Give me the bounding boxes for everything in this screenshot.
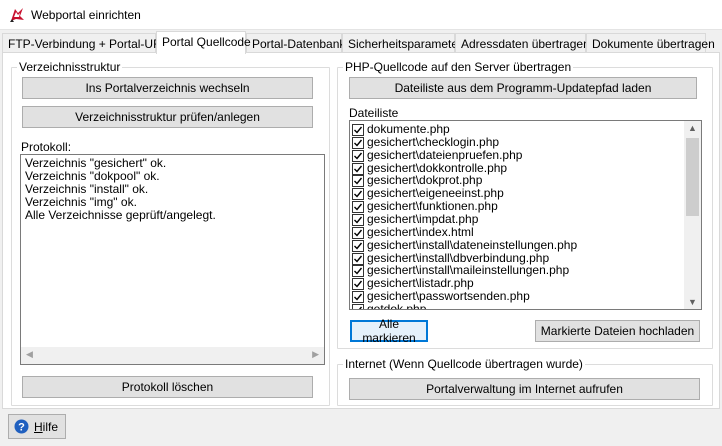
file-checklist[interactable]: dokumente.php gesichert\checklogin.php ges…	[349, 120, 702, 310]
scroll-right-icon[interactable]: ▶	[312, 349, 319, 360]
file-checkbox[interactable]	[352, 265, 364, 278]
tab-portal-database[interactable]: Portal-Datenbank	[246, 33, 345, 53]
file-checkbox[interactable]	[352, 252, 364, 265]
internet-group-title: Internet (Wenn Quellcode übertragen wurd…	[343, 357, 585, 371]
tab-ftp-connection[interactable]: FTP-Verbindung + Portal-URL	[2, 33, 168, 53]
check-icon	[354, 126, 363, 134]
file-name: gesichert\index.html	[367, 224, 474, 239]
check-icon	[354, 139, 363, 147]
file-name: getdok.php	[367, 301, 427, 310]
load-file-list-button[interactable]: Dateiliste aus dem Programm-Updatepfad l…	[349, 77, 697, 99]
check-icon	[354, 203, 363, 211]
check-icon	[358, 306, 363, 309]
tab-address-transfer[interactable]: Adressdaten übertragen	[455, 33, 590, 53]
check-icon	[354, 229, 363, 237]
file-checkbox[interactable]	[352, 239, 364, 252]
tab-strip: FTP-Verbindung + Portal-URL Portal Quell…	[2, 31, 720, 54]
file-checkbox[interactable]	[352, 226, 364, 239]
app-icon	[9, 7, 25, 23]
file-checkbox[interactable]	[352, 136, 364, 149]
file-checkbox[interactable]	[352, 278, 364, 291]
check-icon	[354, 152, 363, 160]
directory-structure-title: Verzeichnisstruktur	[17, 60, 123, 74]
file-checkbox[interactable]	[352, 124, 364, 136]
window-title: Webportal einrichten	[31, 8, 141, 22]
file-name: gesichert\dateienpruefen.php	[367, 147, 523, 162]
file-name: gesichert\checklogin.php	[367, 134, 500, 149]
check-icon	[354, 177, 363, 185]
file-checkbox[interactable]	[352, 162, 364, 175]
php-source-title: PHP-Quellcode auf den Server übertragen	[343, 60, 574, 74]
protocol-textarea[interactable]: Verzeichnis "gesichert" ok. Verzeichnis …	[20, 154, 325, 365]
tab-security-parameters[interactable]: Sicherheitsparameter	[342, 33, 462, 53]
upload-marked-files-button[interactable]: Markierte Dateien hochladen	[535, 320, 700, 342]
scroll-up-icon[interactable]: ▲	[688, 123, 697, 133]
file-name: gesichert\install\dateneinstellungen.php	[367, 237, 578, 252]
mark-all-button[interactable]: Alle markieren	[350, 317, 428, 345]
protocol-line: Alle Verzeichnisse geprüft/angelegt.	[25, 208, 216, 222]
svg-text:?: ?	[18, 422, 25, 434]
clear-protocol-button[interactable]: Protokoll löschen	[22, 376, 313, 398]
file-checkbox[interactable]	[352, 303, 364, 309]
help-label: Hilfe	[34, 420, 59, 434]
check-icon	[354, 280, 363, 288]
open-portal-admin-button[interactable]: Portalverwaltung im Internet aufrufen	[349, 378, 700, 400]
tab-portal-source[interactable]: Portal Quellcode	[156, 31, 251, 54]
check-icon	[354, 216, 363, 224]
protocol-lines: Verzeichnis "gesichert" ok. Verzeichnis …	[25, 157, 216, 222]
file-checkbox[interactable]	[352, 188, 364, 201]
file-name: gesichert\impdat.php	[367, 211, 479, 226]
help-icon: ?	[14, 419, 29, 434]
scroll-left-icon[interactable]: ◀	[26, 349, 33, 360]
file-checkbox[interactable]	[352, 291, 364, 304]
file-checkbox[interactable]	[352, 149, 364, 162]
file-checkbox[interactable]	[352, 213, 364, 226]
protocol-horizontal-scrollbar[interactable]: ◀ ▶	[21, 347, 324, 364]
check-icon	[354, 165, 363, 173]
scroll-down-icon[interactable]: ▼	[688, 297, 697, 307]
switch-portal-directory-button[interactable]: Ins Portalverzeichnis wechseln	[22, 77, 313, 99]
check-icon	[354, 267, 363, 275]
file-checkbox[interactable]	[352, 175, 364, 188]
protocol-label: Protokoll:	[21, 140, 72, 154]
check-icon	[354, 242, 363, 250]
help-button[interactable]: ? Hilfe	[8, 414, 66, 439]
title-bar: Webportal einrichten	[0, 0, 722, 30]
check-directory-structure-button[interactable]: Verzeichnisstruktur prüfen/anlegen	[22, 106, 313, 128]
check-icon	[354, 255, 363, 263]
file-list-label: Dateiliste	[349, 106, 399, 120]
check-icon	[354, 190, 363, 198]
check-icon	[354, 293, 363, 301]
file-list-vertical-scrollbar[interactable]: ▲ ▼	[684, 121, 701, 309]
file-checkbox[interactable]	[352, 201, 364, 214]
scrollbar-thumb[interactable]	[686, 138, 699, 216]
tab-documents-transfer[interactable]: Dokumente übertragen	[586, 33, 715, 53]
